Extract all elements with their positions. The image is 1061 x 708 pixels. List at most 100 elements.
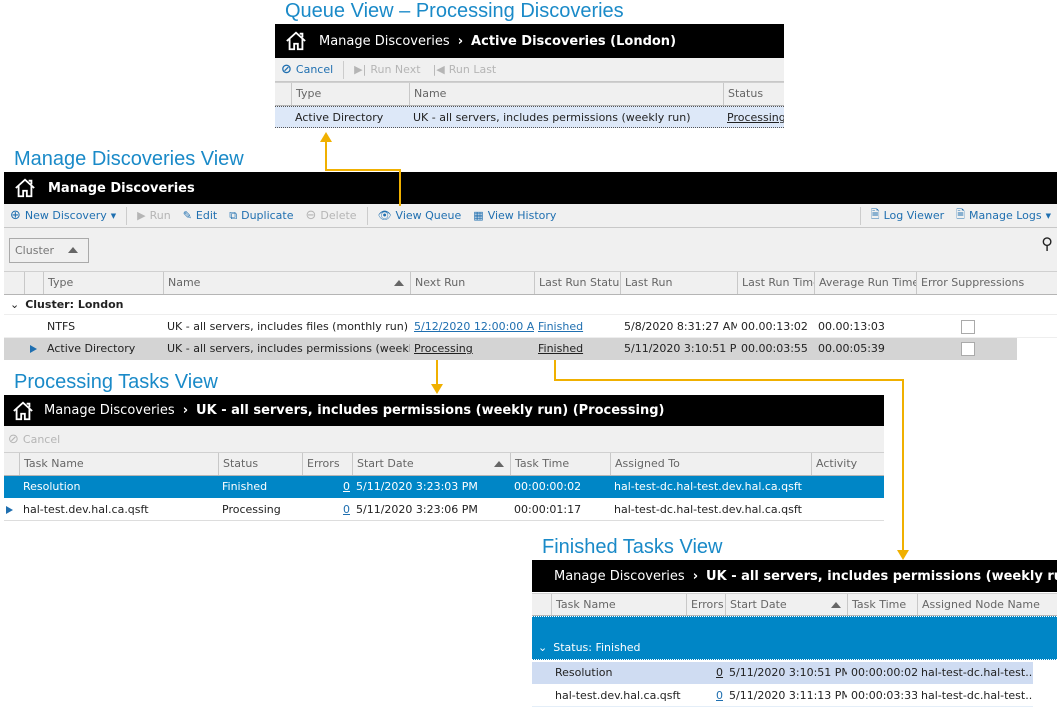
column-header-start-date[interactable]: Start Date	[352, 453, 510, 475]
collapse-chevron-icon[interactable]: ⌄	[10, 298, 19, 311]
view-history-button[interactable]: ▦ View History	[467, 209, 562, 222]
cell-next-run[interactable]: 5/12/2020 12:00:00 AM	[410, 316, 534, 337]
column-header-activity[interactable]: Activity	[811, 453, 884, 475]
edit-label: Edit	[195, 209, 218, 222]
delete-button[interactable]: ⊖ Delete	[300, 208, 363, 223]
error-suppression-checkbox[interactable]	[961, 342, 975, 356]
arrowhead-icon	[431, 384, 443, 394]
column-header-last-run[interactable]: Last Run	[620, 272, 737, 294]
cell-text: Resolution	[23, 480, 81, 493]
group-by-chip-cluster[interactable]: Cluster	[9, 238, 89, 263]
column-header-next-run[interactable]: Next Run	[410, 272, 534, 294]
queue-header-bar: Manage Discoveries › Active Discoveries …	[275, 24, 784, 58]
column-header-status[interactable]: Status	[723, 83, 784, 105]
table-row[interactable]: hal-test.dev.hal.ca.qsft 0 5/11/2020 3:11:…	[532, 685, 1033, 707]
run-button[interactable]: ▶ Run	[131, 209, 177, 222]
cell-task-name: Resolution	[551, 662, 686, 684]
column-header-task-time[interactable]: Task Time	[510, 453, 610, 475]
column-header-status[interactable]: Status	[218, 453, 302, 475]
column-header-task-time[interactable]: Task Time	[847, 594, 917, 615]
cell-link[interactable]: Finished	[538, 342, 583, 355]
expand-arrow-icon[interactable]	[30, 345, 37, 353]
table-row[interactable]: Resolution 0 5/11/2020 3:10:51 PM 00:00:00:…	[532, 662, 1033, 684]
error-suppression-checkbox[interactable]	[961, 320, 975, 334]
cell-text: 5/11/2020 3:11:13 PM	[729, 689, 847, 702]
group-row-cluster-london[interactable]: ⌄ Cluster: London	[4, 295, 1057, 315]
manage-logs-label: Manage Logs	[969, 209, 1042, 222]
queue-column-header: Type Name Status	[275, 82, 784, 106]
collapse-chevron-icon[interactable]: ⌄	[538, 641, 547, 654]
column-header-type[interactable]: Type	[291, 83, 409, 105]
cancel-label: Cancel	[295, 63, 334, 76]
column-header-task-name[interactable]: Task Name	[551, 594, 686, 615]
column-header-name[interactable]: Name	[409, 83, 723, 105]
cell-start-date: 5/11/2020 3:10:51 PM	[725, 662, 847, 684]
breadcrumb-root[interactable]: Manage Discoveries	[44, 403, 175, 418]
cell-status[interactable]: Processing	[723, 107, 784, 127]
cell-text: UK - all servers, includes files (monthl…	[167, 320, 408, 333]
manage-logs-button[interactable]: 🗎 Manage Logs ▼	[950, 206, 1057, 225]
column-header-start-date[interactable]: Start Date	[725, 594, 847, 615]
view-queue-label: View Queue	[395, 209, 462, 222]
cell-link[interactable]: 0	[343, 503, 350, 516]
home-icon[interactable]	[12, 400, 34, 422]
delete-label: Delete	[320, 209, 357, 222]
cell-link[interactable]: 5/12/2020 12:00:00 AM	[414, 320, 534, 333]
column-header-last-run-status[interactable]: Last Run Status	[534, 272, 620, 294]
cell-link[interactable]: Processing	[414, 342, 473, 355]
column-header-average-run-time[interactable]: Average Run Time	[814, 272, 916, 294]
log-viewer-button[interactable]: 🗎 Log Viewer	[865, 206, 950, 225]
column-header-errors[interactable]: Errors	[302, 453, 352, 475]
search-icon[interactable]: ⚲	[1041, 234, 1053, 253]
cell-text: NTFS	[47, 320, 76, 333]
cell-link[interactable]: Processing	[727, 111, 784, 124]
edit-button[interactable]: ✎ Edit	[177, 209, 224, 222]
column-header-error-suppressions[interactable]: Error Suppressions	[916, 272, 1057, 294]
cell-link[interactable]: 0	[716, 689, 723, 702]
cell-text: 00:00:01:17	[514, 503, 582, 516]
cell-errors[interactable]: 0	[302, 499, 352, 520]
home-icon[interactable]	[14, 177, 36, 199]
new-discovery-button[interactable]: ⊕ New Discovery ▼	[4, 208, 122, 223]
cell-last-run-status[interactable]: Finished	[534, 338, 620, 360]
column-header-last-run-time[interactable]: Last Run Time	[737, 272, 814, 294]
expand-arrow-icon[interactable]	[6, 506, 13, 514]
breadcrumb-root[interactable]: Manage Discoveries	[319, 34, 450, 49]
run-next-button[interactable]: ▶| Run Next	[348, 63, 426, 76]
finished-header-bar: Manage Discoveries › UK - all servers, i…	[532, 560, 1061, 592]
cell-next-run[interactable]: Processing	[410, 338, 534, 360]
cancel-button[interactable]: ⊘ Cancel	[275, 62, 339, 77]
table-row[interactable]: NTFS UK - all servers, includes files (mo…	[4, 316, 1057, 338]
table-row[interactable]: Active Directory UK - all servers, includ…	[4, 338, 1017, 360]
queue-view-title: Queue View – Processing Discoveries	[285, 0, 624, 22]
table-row[interactable]: Active Directory UK - all servers, includ…	[275, 106, 784, 128]
column-header-name[interactable]: Name	[163, 272, 410, 294]
breadcrumb-root[interactable]: Manage Discoveries	[554, 569, 685, 584]
breadcrumb-current: UK - all servers, includes permissions (…	[196, 403, 665, 418]
duplicate-button[interactable]: ⧉ Duplicate	[223, 209, 299, 223]
cell-errors[interactable]: 0	[686, 685, 725, 706]
table-row[interactable]: Resolution Finished 0 5/11/2020 3:23:03 PM 0…	[4, 476, 884, 498]
column-header-assigned-to[interactable]: Assigned To	[610, 453, 811, 475]
column-header-assigned-node-name[interactable]: Assigned Node Name	[917, 594, 1057, 615]
cell-link[interactable]: Finished	[538, 320, 583, 333]
play-icon: ▶	[137, 209, 146, 222]
manage-view-title: Manage Discoveries View	[14, 148, 244, 170]
skip-next-icon: ▶|	[354, 63, 367, 76]
duplicate-icon: ⧉	[229, 208, 238, 222]
column-header-type[interactable]: Type	[43, 272, 163, 294]
view-queue-button[interactable]: 👁 View Queue	[372, 209, 468, 222]
table-row[interactable]: hal-test.dev.hal.ca.qsft Processing 0 5/11/…	[4, 499, 884, 521]
calendar-icon: ▦	[473, 209, 484, 222]
home-icon[interactable]	[285, 30, 307, 52]
eye-icon: 👁	[377, 209, 392, 222]
run-last-button[interactable]: |◀ Run Last	[427, 63, 503, 76]
cell-link[interactable]: 0	[716, 666, 723, 679]
cell-last-run-status[interactable]: Finished	[534, 316, 620, 337]
group-row-status-finished[interactable]: ⌄ Status: Finished	[532, 616, 1057, 660]
cancel-button[interactable]: ⊘ Cancel	[4, 432, 66, 447]
column-header-task-name[interactable]: Task Name	[19, 453, 218, 475]
pencil-icon: ✎	[182, 209, 192, 222]
cell-errors[interactable]: 0	[686, 662, 725, 684]
column-header-errors[interactable]: Errors	[686, 594, 725, 615]
